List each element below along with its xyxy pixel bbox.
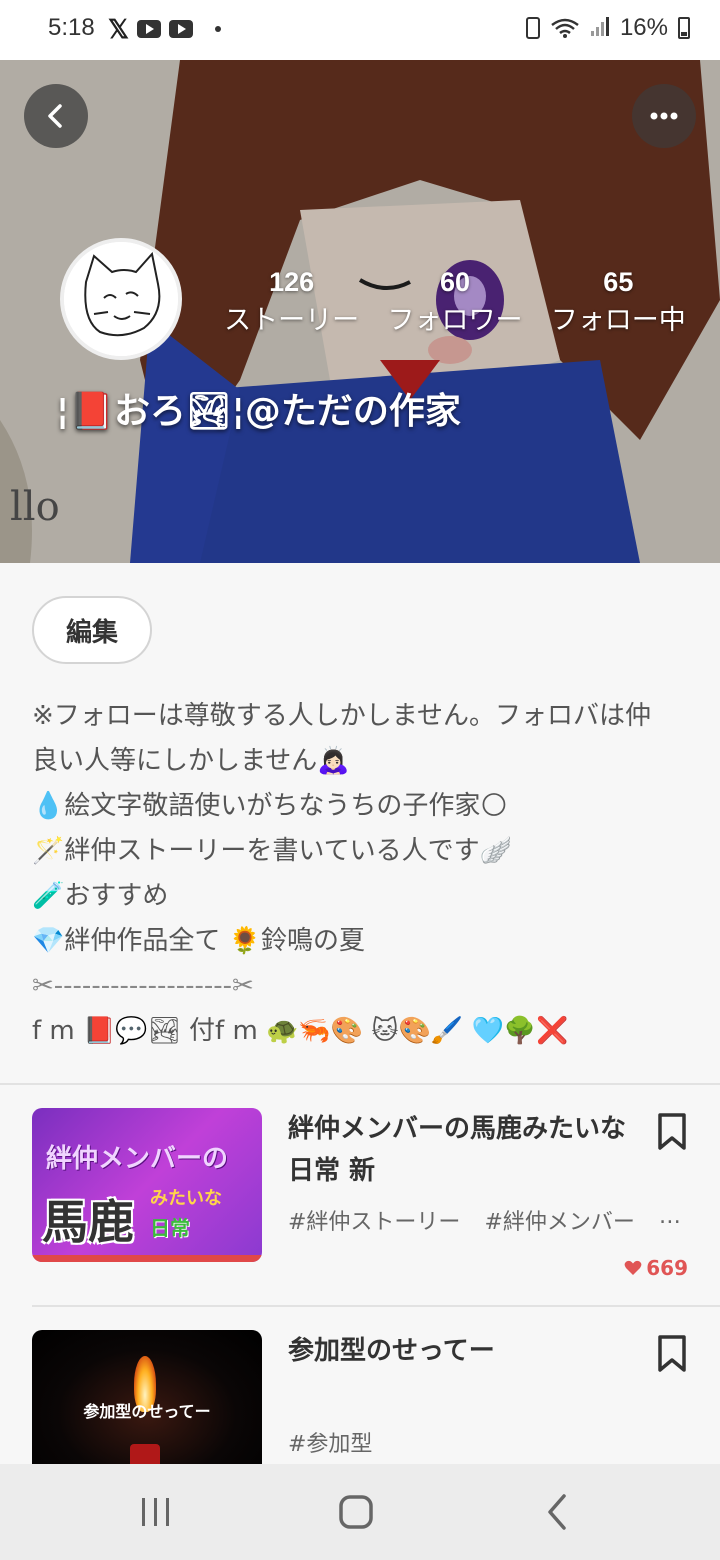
story-tag[interactable]: #参加型 — [288, 1426, 372, 1458]
youtube-icon — [168, 20, 193, 38]
battery-saver-icon — [525, 17, 540, 39]
bio-line: f m 📕💬🏞 付f m 🐢🦐🎨 🐱🎨🖌️ 🩵🌳❌ — [32, 1016, 569, 1046]
likes-count: 669 — [624, 1256, 688, 1280]
likes-value: 669 — [646, 1256, 688, 1280]
thumbnail-text: みたいな — [150, 1188, 222, 1209]
thumbnail-text: 馬鹿 — [42, 1195, 134, 1249]
back-button[interactable] — [24, 84, 88, 148]
bookmark-icon — [658, 1113, 686, 1150]
bookmark-icon — [658, 1335, 686, 1372]
battery-percent: 16% — [619, 14, 668, 41]
section-divider — [0, 1083, 720, 1085]
back-icon — [548, 1494, 566, 1530]
battery-icon — [678, 17, 690, 39]
story-tags: #絆仲ストーリー #絆仲メンバー … — [288, 1204, 688, 1236]
system-navigation-bar — [0, 1464, 720, 1560]
stat-count: 126 — [269, 267, 315, 297]
home-button[interactable] — [332, 1488, 380, 1536]
bio-line: ✂-------------------✂ — [32, 971, 254, 1001]
story-item[interactable]: 参加型のせってー 参加型のせってー #参加型 — [0, 1330, 720, 1484]
story-title[interactable]: 絆仲メンバーの馬鹿みたいな日常 新 — [288, 1108, 628, 1192]
dot-icon — [214, 26, 221, 32]
story-tag[interactable]: #絆仲メンバー — [484, 1204, 634, 1236]
avatar[interactable] — [60, 238, 182, 360]
stat-label: フォロー中 — [550, 305, 686, 336]
stat-followers[interactable]: 60 フォロワー — [373, 262, 536, 340]
recent-apps-button[interactable] — [132, 1488, 180, 1536]
profile-stats: 126 ストーリー 60 フォロワー 65 フォロー中 — [210, 262, 700, 340]
stat-stories[interactable]: 126 ストーリー — [210, 262, 373, 340]
thumbnail-progress-bar — [32, 1255, 262, 1262]
cat-drawing-avatar — [64, 242, 178, 356]
system-icons: 16% — [525, 14, 690, 42]
thumbnail-text: 絆仲メンバーの — [46, 1144, 229, 1174]
notification-icons: 𝕏 — [108, 16, 221, 42]
bio-line: ※フォローは尊敬する人しかしません。フォロバは仲 — [32, 701, 652, 731]
home-icon — [339, 1495, 373, 1529]
status-time: 5:18 — [48, 14, 95, 41]
story-tags: #参加型 — [288, 1426, 688, 1458]
bio-line: 💧絵文字敬語使いがちなうちの子作家🌕 — [32, 791, 508, 821]
wifi-icon — [550, 17, 580, 39]
profile-bio: ※フォローは尊敬する人しかしません。フォロバは仲 良い人等にしかしません🙇🏻‍♀… — [32, 694, 692, 1054]
status-bar: 5:18 𝕏 16% — [0, 0, 720, 60]
stat-count: 60 — [439, 267, 471, 297]
more-horizontal-icon — [650, 112, 678, 120]
heart-icon — [624, 1260, 642, 1275]
thumbnail-text: 日常 — [150, 1216, 190, 1240]
bio-line: 🧪おすすめ — [32, 881, 169, 911]
stat-label: ストーリー — [224, 305, 360, 336]
profile-display-name: ¦📕おろ🏞¦@ただの作家 — [56, 391, 461, 432]
bookmark-button[interactable] — [656, 1334, 688, 1374]
story-thumbnail[interactable]: 絆仲メンバーの 馬鹿 みたいな 日常 — [32, 1108, 262, 1262]
profile-header-image: llo 126 ストーリー 60 フォロワー 65 フォロー中 ¦📕おろ🏞¦@た… — [0, 60, 720, 563]
bio-line: 良い人等にしかしません🙇🏻‍♀️ — [32, 746, 350, 776]
bio-line: 🪄絆仲ストーリーを書いている人です🪽 — [32, 836, 512, 866]
stat-label: フォロワー — [387, 305, 523, 336]
story-item[interactable]: 絆仲メンバーの 馬鹿 みたいな 日常 絆仲メンバーの馬鹿みたいな日常 新 #絆仲… — [0, 1108, 720, 1280]
recents-icon — [142, 1498, 169, 1526]
story-title[interactable]: 参加型のせってー — [288, 1330, 628, 1372]
stat-count: 65 — [603, 267, 634, 297]
chevron-left-icon — [48, 104, 62, 128]
story-tag-more: … — [658, 1204, 681, 1229]
signal-icon — [590, 15, 610, 41]
stat-following[interactable]: 65 フォロー中 — [537, 262, 700, 340]
youtube-icon — [136, 20, 161, 38]
edit-profile-button[interactable]: 編集 — [32, 596, 152, 664]
thumbnail-text: 参加型のせってー — [83, 1402, 211, 1421]
x-icon: 𝕏 — [108, 14, 129, 44]
more-options-button[interactable] — [632, 84, 696, 148]
story-thumbnail[interactable]: 参加型のせってー — [32, 1330, 262, 1484]
section-divider — [32, 1305, 720, 1307]
back-nav-button[interactable] — [534, 1488, 582, 1536]
story-tag[interactable]: #絆仲ストーリー — [288, 1204, 460, 1236]
bio-line: 💎絆仲作品全て 🌻鈴鳴の夏 — [32, 926, 366, 956]
bookmark-button[interactable] — [656, 1112, 688, 1152]
